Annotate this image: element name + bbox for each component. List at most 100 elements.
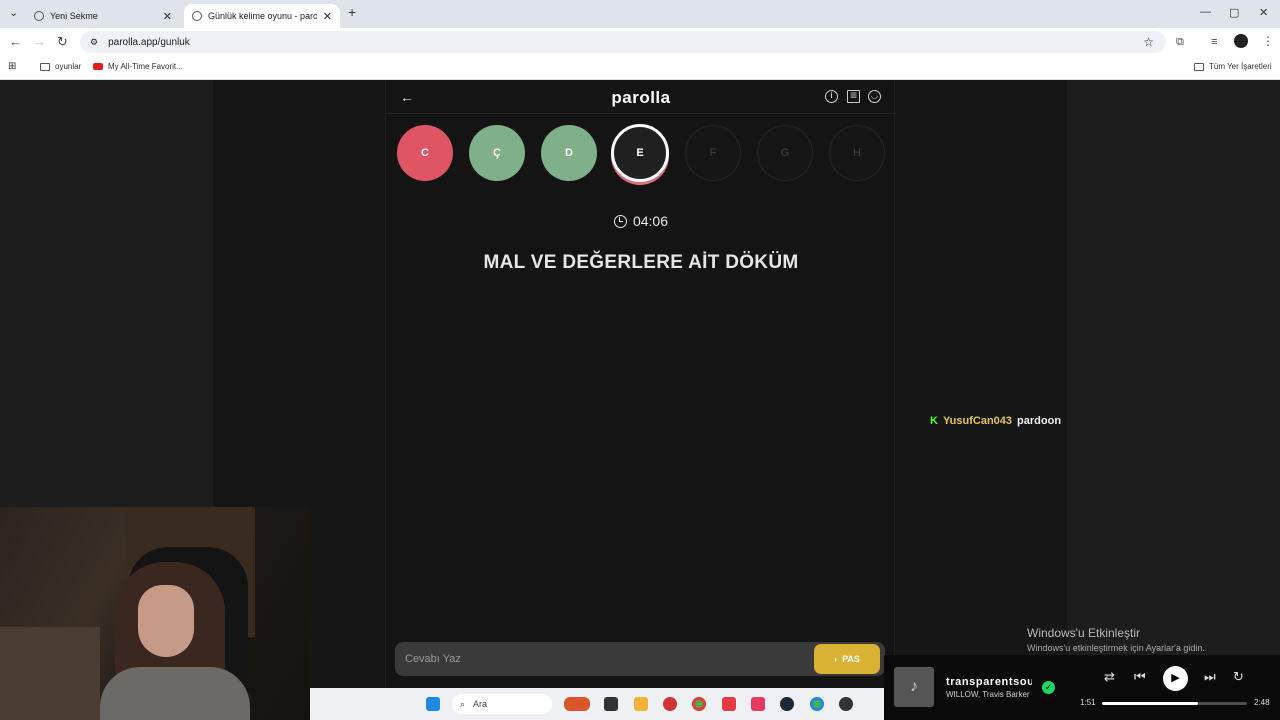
answer-input[interactable] bbox=[395, 642, 805, 676]
youtube-icon bbox=[93, 63, 103, 70]
letter-label: G bbox=[780, 147, 790, 159]
letter-circle-g: G bbox=[757, 125, 813, 181]
stats-icon[interactable]: ▥ bbox=[847, 90, 860, 103]
new-tab-icon[interactable]: + bbox=[348, 4, 356, 20]
letter-label: E bbox=[636, 147, 644, 159]
taskbar-search[interactable]: ⌕ Ara bbox=[452, 694, 552, 714]
bookmarks-bar: ⊞ oyunlar My All-Time Favorit... Tüm Yer… bbox=[0, 56, 1280, 80]
bookmark-label: oyunlar bbox=[55, 62, 82, 71]
progress-fill bbox=[1102, 702, 1198, 705]
restore-icon[interactable]: ▢ bbox=[1229, 6, 1239, 19]
all-bookmarks-label: Tüm Yer İşaretleri bbox=[1209, 62, 1272, 71]
address-bar[interactable]: ⚙ parolla.app/gunluk ☆ bbox=[80, 31, 1166, 53]
bookmark-oyunlar[interactable]: oyunlar bbox=[40, 62, 81, 71]
windows-taskbar: ⌕ Ara bbox=[310, 688, 884, 720]
bookmark-label: My All-Time Favorit... bbox=[108, 62, 183, 71]
play-icon[interactable]: ▶ bbox=[1163, 666, 1188, 691]
repeat-icon[interactable]: ↻ bbox=[1233, 669, 1244, 685]
media-control-icon[interactable]: ≡ bbox=[1211, 36, 1217, 48]
info-icon[interactable]: i bbox=[825, 90, 838, 103]
timer: 04:06 bbox=[386, 213, 896, 229]
tab-title: Günlük kelime oyunu - parolla bbox=[208, 11, 317, 21]
track-artist: WILLOW, Travis Barker bbox=[946, 690, 1030, 699]
tab-yeni-sekme[interactable]: Yeni Sekme ✕ bbox=[26, 4, 180, 28]
apps-grid-icon[interactable]: ⊞ bbox=[8, 61, 16, 72]
app-red-icon[interactable] bbox=[663, 697, 677, 711]
webcam-bed bbox=[0, 627, 100, 720]
forward-icon[interactable]: → bbox=[33, 34, 46, 49]
music-app-icon[interactable] bbox=[751, 697, 765, 711]
folder-icon bbox=[40, 62, 50, 71]
clue-text: MAL VE DEĞERLERE AİT DÖKÜM bbox=[483, 252, 799, 273]
webcam-person-face bbox=[138, 585, 194, 657]
total-time: 2:48 bbox=[1254, 698, 1270, 707]
parolla-game: ← parolla i ▥ ◡ C Ç D E F G H 04:06 MAL … bbox=[385, 80, 896, 690]
next-icon[interactable]: ⏭ bbox=[1204, 669, 1216, 685]
widget-icon[interactable] bbox=[564, 697, 590, 711]
letter-circle-h: H bbox=[829, 125, 885, 181]
chat-username: YusufCan043 bbox=[942, 415, 1013, 427]
windows-start-icon[interactable] bbox=[426, 697, 440, 711]
letter-circle-c-cedilla: Ç bbox=[469, 125, 525, 181]
previous-icon[interactable]: ⏮ bbox=[1134, 669, 1146, 685]
task-view-icon[interactable] bbox=[604, 697, 618, 711]
page-margin-right bbox=[1067, 80, 1280, 720]
clock-icon bbox=[613, 214, 627, 228]
webcam-overlay bbox=[0, 507, 310, 720]
windows-activation-watermark: Windows'u Etkinleştir Windows'u etkinleş… bbox=[1027, 626, 1205, 653]
kick-icon: K bbox=[930, 415, 938, 427]
letter-circle-e-active: E bbox=[611, 124, 669, 182]
liked-check-icon[interactable]: ✓ bbox=[1042, 681, 1055, 694]
track-title: transparentsoul bbox=[946, 676, 1032, 688]
file-explorer-icon[interactable] bbox=[634, 697, 648, 711]
browser-toolbar: ← → ↻ ⚙ parolla.app/gunluk ☆ ⧉ ≡ ⋮ bbox=[0, 28, 1280, 56]
close-window-icon[interactable]: ✕ bbox=[1259, 6, 1268, 19]
webcam-person-body bbox=[100, 667, 250, 720]
letter-circle-f: F bbox=[685, 125, 741, 181]
bookmark-favorites[interactable]: My All-Time Favorit... bbox=[93, 62, 183, 71]
url-text: parolla.app/gunluk bbox=[108, 36, 190, 48]
timer-value: 04:06 bbox=[632, 213, 669, 229]
tab-parolla[interactable]: Günlük kelime oyunu - parolla ✕ bbox=[184, 4, 340, 28]
extensions-icon[interactable]: ⧉ bbox=[1176, 36, 1184, 49]
chevron-right-icon: › bbox=[834, 654, 838, 664]
chat-message: K YusufCan043 pardoon bbox=[930, 415, 1061, 427]
obs-icon[interactable] bbox=[839, 697, 853, 711]
chat-text: pardoon bbox=[1017, 415, 1062, 427]
letter-label: C bbox=[421, 147, 429, 159]
activation-title: Windows'u Etkinleştir bbox=[1027, 626, 1140, 640]
app-bolt-icon[interactable] bbox=[722, 697, 736, 711]
activation-subtitle: Windows'u etkinleştirmek için Ayarlar'a … bbox=[1027, 643, 1205, 653]
user-icon[interactable]: ◡ bbox=[868, 90, 881, 103]
chrome-active-icon[interactable] bbox=[810, 697, 824, 711]
letter-label: F bbox=[709, 147, 717, 159]
profile-avatar[interactable] bbox=[1234, 34, 1248, 48]
letter-circle-c: C bbox=[397, 125, 453, 181]
search-icon: ⌕ bbox=[460, 698, 466, 709]
site-info-icon[interactable]: ⚙ bbox=[90, 37, 98, 48]
close-icon[interactable]: ✕ bbox=[163, 10, 172, 23]
steam-icon[interactable] bbox=[780, 697, 794, 711]
bookmark-star-icon[interactable]: ☆ bbox=[1143, 35, 1154, 49]
search-label: Ara bbox=[473, 699, 488, 709]
folder-icon bbox=[1194, 62, 1204, 71]
answer-bar: › PAS bbox=[395, 642, 885, 676]
browser-tab-bar: ⌄ Yeni Sekme ✕ Günlük kelime oyunu - par… bbox=[0, 0, 1280, 28]
close-icon[interactable]: ✕ bbox=[323, 10, 332, 23]
letter-label: D bbox=[565, 147, 573, 159]
pass-button[interactable]: › PAS bbox=[814, 644, 880, 674]
elapsed-time: 1:51 bbox=[1080, 698, 1096, 707]
all-bookmarks[interactable]: Tüm Yer İşaretleri bbox=[1194, 62, 1272, 71]
game-header: ← parolla i ▥ ◡ bbox=[386, 80, 896, 114]
back-icon[interactable]: ← bbox=[9, 34, 22, 49]
pass-label: PAS bbox=[842, 654, 860, 664]
minimize-icon[interactable]: — bbox=[1200, 6, 1211, 18]
reload-icon[interactable]: ↻ bbox=[57, 34, 68, 50]
tab-search-icon[interactable]: ⌄ bbox=[9, 6, 18, 19]
chrome-taskbar-icon[interactable] bbox=[692, 697, 706, 711]
parolla-favicon-icon bbox=[192, 11, 202, 21]
menu-icon[interactable]: ⋮ bbox=[1262, 34, 1274, 48]
progress-bar[interactable] bbox=[1102, 702, 1247, 705]
shuffle-icon[interactable]: ⇄ bbox=[1104, 669, 1115, 685]
tab-title: Yeni Sekme bbox=[50, 11, 98, 21]
